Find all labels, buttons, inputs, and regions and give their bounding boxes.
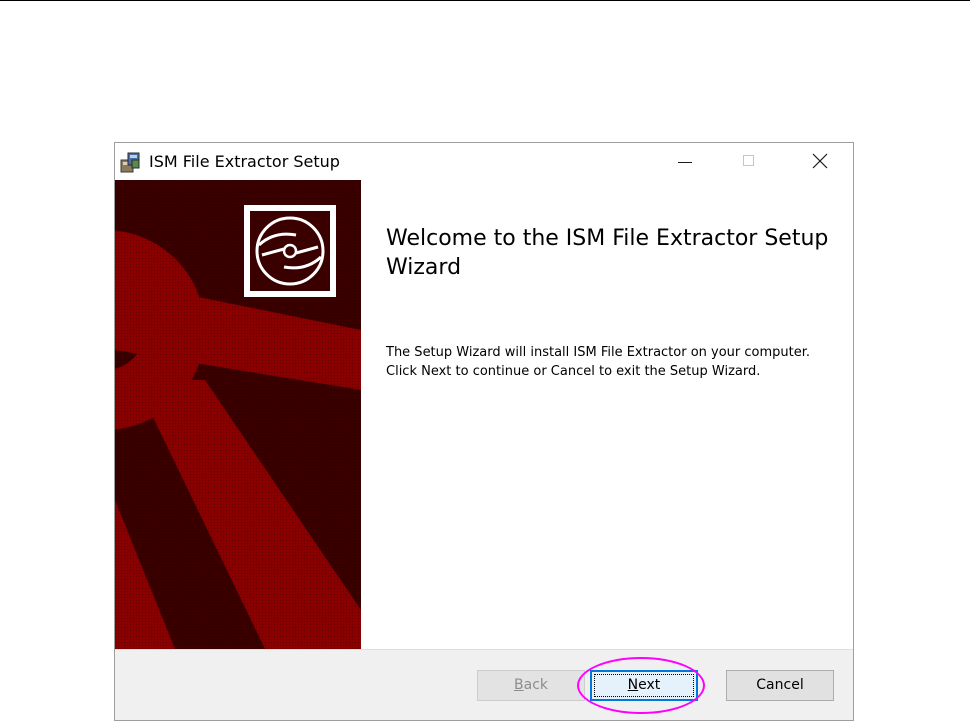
wizard-button-bar: Back Next Cancel bbox=[115, 649, 853, 720]
cancel-button[interactable]: Cancel bbox=[726, 670, 834, 701]
back-button-label: ack bbox=[523, 677, 548, 693]
setup-wizard-window: ISM File Extractor Setup Welcome to the … bbox=[114, 142, 854, 721]
welcome-description: The Setup Wizard will install ISM File E… bbox=[386, 345, 811, 379]
next-button[interactable]: Next bbox=[590, 670, 698, 701]
wizard-content: Welcome to the ISM File Extractor Setup … bbox=[361, 180, 853, 649]
title-bar[interactable]: ISM File Extractor Setup bbox=[115, 143, 853, 180]
back-button-mnemonic: B bbox=[514, 677, 524, 693]
welcome-heading: Welcome to the ISM File Extractor Setup … bbox=[386, 226, 829, 280]
close-button[interactable] bbox=[797, 143, 843, 180]
maximize-button bbox=[727, 143, 773, 180]
installer-package-icon bbox=[120, 152, 140, 173]
close-icon bbox=[812, 153, 828, 169]
wizard-banner-image bbox=[115, 180, 361, 649]
back-button: Back bbox=[477, 670, 585, 701]
cd-disc-icon bbox=[244, 205, 336, 297]
minimize-icon bbox=[678, 162, 692, 163]
maximize-icon bbox=[743, 155, 754, 166]
focus-ring bbox=[594, 674, 694, 697]
window-title: ISM File Extractor Setup bbox=[149, 152, 340, 171]
page-top-rule bbox=[0, 0, 970, 1]
minimize-button[interactable] bbox=[661, 143, 707, 180]
